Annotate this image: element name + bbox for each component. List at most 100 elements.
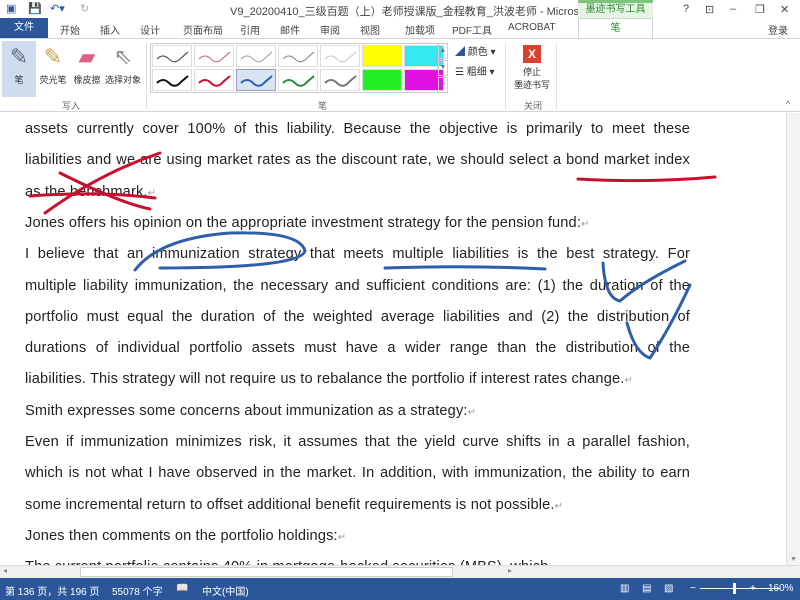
- document-line: assets currently cover 100% of this liab…: [25, 121, 690, 137]
- ribbon-tabs: 文件 开始 插入 设计 页面布局 引用 邮件 审阅 视图 加载项 PDF工具 A…: [0, 18, 800, 39]
- pen-style-pink[interactable]: [194, 45, 234, 67]
- tab-design[interactable]: 设计: [140, 22, 160, 37]
- eraser-tool-button[interactable]: ▰ 橡皮擦: [70, 41, 104, 97]
- word-count[interactable]: 55078 个字: [112, 583, 163, 598]
- paragraph-mark-icon: ↵: [467, 406, 477, 418]
- color-dropdown[interactable]: ◢ 颜色 ▾: [455, 43, 496, 58]
- word-icon[interactable]: ▣: [6, 2, 16, 15]
- tab-pen[interactable]: 笔: [578, 18, 653, 39]
- tab-review[interactable]: 审阅: [320, 22, 340, 37]
- tab-acrobat[interactable]: ACROBAT: [508, 22, 556, 33]
- group-divider: [556, 43, 557, 109]
- gallery-up-button[interactable]: ▲: [438, 43, 448, 59]
- line-text: Even if immunization minimizes risk, it …: [25, 434, 690, 450]
- paragraph-mark-icon: ↵: [147, 187, 157, 199]
- color-label: 颜色: [467, 47, 488, 58]
- pen-style-dark-gray[interactable]: [320, 69, 360, 91]
- document-line: Jones offers his opinion on the appropri…: [25, 215, 690, 231]
- paragraph-mark-icon: ↵: [581, 218, 590, 230]
- gallery-down-button[interactable]: ▼: [438, 60, 448, 76]
- pen-stroke-icon: [240, 51, 273, 63]
- pen-stroke-icon: [198, 75, 231, 87]
- login-link[interactable]: 登录: [768, 22, 788, 37]
- restore-button[interactable]: ❐: [755, 3, 765, 16]
- group-divider: [146, 43, 147, 109]
- select-objects-label: 选择对象: [104, 75, 141, 85]
- zoom-out-button[interactable]: −: [690, 583, 696, 594]
- stop-label: 停止: [522, 67, 541, 77]
- thickness-dropdown[interactable]: ☰ 粗细 ▾: [455, 63, 495, 78]
- document-page[interactable]: assets currently cover 100% of this liab…: [0, 113, 786, 565]
- thickness-icon: ☰: [455, 67, 464, 78]
- cursor-icon: ⇖: [113, 44, 133, 69]
- tab-view[interactable]: 视图: [360, 22, 380, 37]
- document-line: liabilities and we are using market rate…: [25, 152, 690, 168]
- pen-style-silver[interactable]: [320, 45, 360, 67]
- save-icon[interactable]: 💾: [28, 2, 42, 15]
- document-line: some incremental return to offset additi…: [25, 497, 690, 513]
- scroll-right-icon[interactable]: ▸: [508, 566, 512, 575]
- undo-icon[interactable]: ↶▾: [50, 2, 65, 15]
- redo-icon[interactable]: ↻: [80, 2, 89, 15]
- tab-file[interactable]: 文件: [0, 18, 48, 38]
- tab-addins[interactable]: 加载项: [405, 22, 435, 37]
- read-mode-icon[interactable]: ▥: [620, 583, 629, 594]
- status-bar: 第 136 页，共 196 页 55078 个字 📖 中文(中国) ▥ ▤ ▧ …: [0, 578, 800, 600]
- highlighter-green[interactable]: [362, 69, 402, 91]
- line-text: assets currently cover 100% of this liab…: [25, 121, 690, 137]
- zoom-in-button[interactable]: +: [750, 583, 756, 594]
- pen-stroke-icon: [324, 51, 357, 63]
- stop-inking-button[interactable]: X 停止 墨迹书写: [512, 41, 552, 97]
- tab-insert[interactable]: 插入: [100, 22, 120, 37]
- pen-style-light-gray[interactable]: [236, 45, 276, 67]
- line-text: I believe that an immunization strategy …: [25, 246, 690, 263]
- web-layout-icon[interactable]: ▧: [664, 583, 673, 594]
- scroll-left-icon[interactable]: ◂: [3, 566, 7, 575]
- tab-pdf[interactable]: PDF工具: [452, 22, 492, 37]
- document-line: durations of individual portfolio assets…: [25, 340, 690, 356]
- scroll-down-icon[interactable]: ▼: [790, 556, 797, 563]
- pen-tool-button[interactable]: ✎ 笔: [2, 41, 36, 97]
- line-text: Smith expresses some concerns about immu…: [25, 402, 468, 419]
- pen-style-gray[interactable]: [152, 45, 192, 67]
- tab-home[interactable]: 开始: [60, 22, 80, 37]
- line-text: liabilities and we are using market rate…: [25, 152, 690, 169]
- tab-layout[interactable]: 页面布局: [183, 22, 223, 37]
- help-button[interactable]: ?: [683, 3, 689, 15]
- minimize-button[interactable]: –: [730, 3, 736, 15]
- language[interactable]: 中文(中国): [202, 583, 249, 598]
- thickness-label: 粗细: [466, 67, 487, 78]
- gallery-more-button[interactable]: ≡: [438, 77, 448, 93]
- pen-style-black[interactable]: [152, 69, 192, 91]
- write-group-label: 写入: [62, 101, 81, 111]
- proofing-icon[interactable]: 📖: [176, 583, 188, 594]
- highlighter-tool-button[interactable]: ✎ 荧光笔: [36, 41, 70, 97]
- page-count[interactable]: 第 136 页，共 196 页: [5, 583, 99, 598]
- close-button[interactable]: ✕: [780, 3, 789, 16]
- line-text: multiple liability immunization, the nec…: [25, 277, 690, 294]
- highlighter-yellow[interactable]: [362, 45, 402, 67]
- pen-style-red[interactable]: [194, 69, 234, 91]
- horizontal-scrollbar[interactable]: ◂ ▸: [0, 565, 800, 578]
- collapse-ribbon-icon[interactable]: ^: [786, 99, 790, 109]
- select-objects-button[interactable]: ⇖ 选择对象: [104, 41, 142, 97]
- vertical-scrollbar[interactable]: ▼: [786, 113, 800, 565]
- highlighter-icon: ✎: [43, 44, 63, 69]
- group-divider: [505, 43, 506, 109]
- ribbon-options-icon[interactable]: ⊡: [705, 3, 714, 16]
- paragraph-mark-icon: ↵: [624, 375, 633, 387]
- pen-icon: ✎: [9, 44, 29, 69]
- zoom-slider-thumb[interactable]: [733, 583, 736, 594]
- scroll-thumb[interactable]: [80, 567, 453, 577]
- tab-mailings[interactable]: 邮件: [280, 22, 300, 37]
- print-layout-icon[interactable]: ▤: [642, 583, 651, 594]
- context-tab-group: 墨迹书写工具: [578, 0, 653, 18]
- zoom-level[interactable]: 160%: [768, 583, 794, 594]
- pen-style-gray-green[interactable]: [278, 45, 318, 67]
- document-line: I believe that an immunization strategy …: [25, 246, 690, 262]
- pen-style-green[interactable]: [278, 69, 318, 91]
- title-bar: ▣ 💾 ↶▾ ↻ V9_20200410_三级百题（上）老师授课版_金程教育_洪…: [0, 0, 800, 18]
- tab-references[interactable]: 引用: [240, 22, 260, 37]
- document-line: which is not what I have observed in the…: [25, 465, 690, 481]
- pen-style-blue[interactable]: [236, 69, 276, 91]
